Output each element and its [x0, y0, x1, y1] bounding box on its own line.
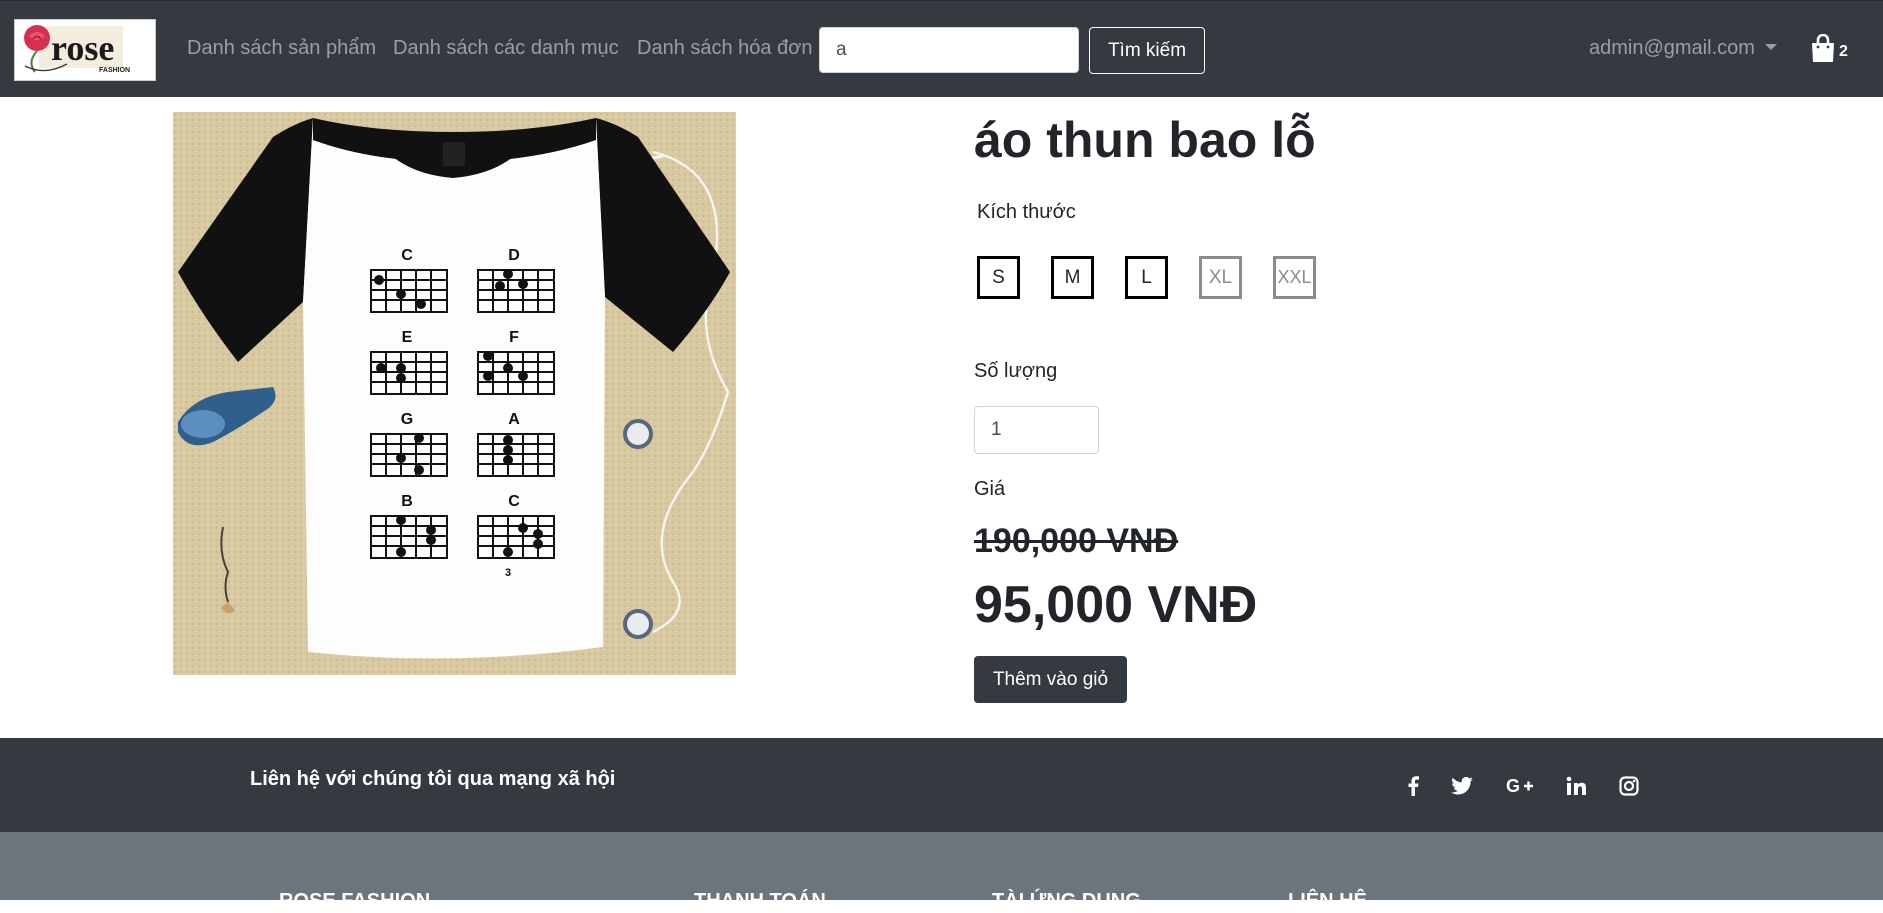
- user-dropdown[interactable]: admin@gmail.com: [1589, 37, 1777, 60]
- quantity-input[interactable]: [974, 406, 1099, 454]
- google-plus-icon[interactable]: G: [1505, 771, 1535, 801]
- footer-social-bar: Liên hệ với chúng tôi qua mạng xã hội G: [0, 738, 1883, 832]
- footer-heading-payment: THANH TOÁN: [694, 890, 826, 912]
- price-label: Giá: [974, 478, 1006, 500]
- svg-text:FASHION: FASHION: [99, 67, 130, 74]
- brand-logo[interactable]: rose FASHION: [14, 19, 156, 81]
- svg-text:rose: rose: [51, 28, 114, 68]
- svg-text:G: G: [1506, 777, 1520, 795]
- navbar: rose FASHION Danh sách sản phẩm Danh sác…: [0, 0, 1883, 97]
- social-contact-text: Liên hệ với chúng tôi qua mạng xã hội: [250, 768, 616, 790]
- facebook-icon[interactable]: [1398, 771, 1428, 801]
- svg-text:G: G: [401, 411, 413, 428]
- svg-text:F: F: [509, 329, 519, 346]
- cart-button[interactable]: 2: [1806, 32, 1856, 66]
- cart-count-badge: 2: [1839, 43, 1848, 60]
- product-title: áo thun bao lỗ: [974, 112, 1316, 168]
- sale-price: 95,000 VNĐ: [974, 576, 1258, 634]
- user-email: admin@gmail.com: [1589, 37, 1755, 59]
- svg-text:B: B: [401, 493, 413, 510]
- footer-heading-contact: LIÊN HỆ: [1288, 890, 1367, 912]
- svg-text:A: A: [508, 411, 520, 428]
- size-option-m[interactable]: M: [1051, 256, 1094, 299]
- size-label: Kích thước: [977, 201, 1076, 223]
- svg-text:C: C: [401, 247, 413, 264]
- nav-link-categories[interactable]: Danh sách các danh mục: [393, 37, 619, 60]
- twitter-icon[interactable]: [1447, 771, 1477, 801]
- instagram-icon[interactable]: [1614, 771, 1644, 801]
- footer-heading-brand: ROSE FASHION: [279, 890, 431, 912]
- search-button[interactable]: Tìm kiếm: [1089, 27, 1205, 74]
- footer-heading-apps: TÀI ỨNG DỤNG: [992, 890, 1141, 912]
- size-option-xl[interactable]: XL: [1199, 256, 1242, 299]
- quantity-label: Số lượng: [974, 360, 1058, 382]
- svg-text:D: D: [508, 247, 520, 264]
- product-image: C D E F G A B C 3: [173, 112, 736, 675]
- size-option-l[interactable]: L: [1125, 256, 1168, 299]
- nav-link-products[interactable]: Danh sách sản phẩm: [187, 37, 376, 60]
- footer-main: ROSE FASHION THANH TOÁN TÀI ỨNG DỤNG LIÊ…: [0, 832, 1883, 912]
- svg-text:3: 3: [505, 567, 511, 579]
- size-option-xxl[interactable]: XXL: [1273, 256, 1316, 299]
- add-to-cart-button[interactable]: Thêm vào giỏ: [974, 656, 1127, 703]
- shopping-bag-icon: [1812, 34, 1834, 62]
- chevron-down-icon: [1764, 44, 1777, 50]
- search-input[interactable]: [819, 27, 1079, 73]
- size-option-s[interactable]: S: [977, 256, 1020, 299]
- linkedin-icon[interactable]: [1561, 771, 1591, 801]
- svg-text:C: C: [508, 493, 520, 510]
- original-price: 190,000 VNĐ: [974, 522, 1179, 560]
- nav-link-invoices[interactable]: Danh sách hóa đơn: [637, 37, 812, 60]
- svg-text:E: E: [402, 329, 413, 346]
